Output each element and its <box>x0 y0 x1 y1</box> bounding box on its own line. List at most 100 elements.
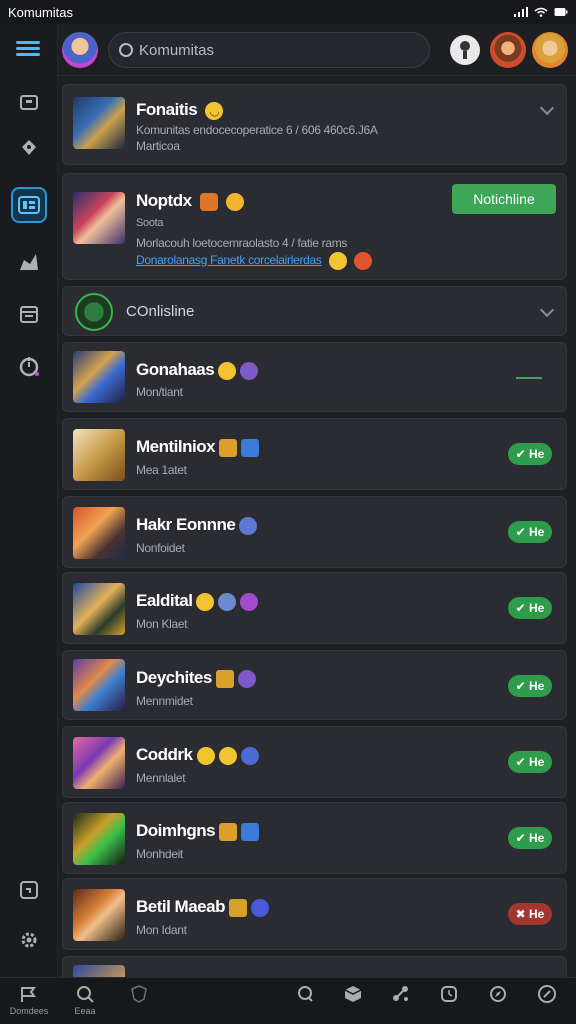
sidebar-item-timer[interactable] <box>9 346 49 386</box>
nav-item[interactable] <box>473 984 523 1006</box>
community-sub: Monhdeit <box>136 847 183 861</box>
community-thumbnail <box>73 351 125 403</box>
community-title: Noptdx <box>136 191 192 210</box>
menu-icon[interactable] <box>16 38 40 58</box>
nav-item[interactable] <box>424 984 474 1006</box>
community-thumbnail <box>73 737 125 789</box>
community-title: Hakr Eonnne <box>136 515 236 534</box>
search-icon <box>77 986 94 1003</box>
community-sub: Nonfoidet <box>136 541 185 555</box>
grid-icon <box>18 196 40 214</box>
sidebar-item-calendar[interactable] <box>9 294 49 334</box>
globe-icon <box>239 516 258 535</box>
clock-icon <box>441 986 457 1002</box>
community-link[interactable]: Donarolanasg Fanetk corcelairlerdas <box>136 253 322 267</box>
nav-item[interactable]: Eeaa <box>60 984 110 1016</box>
bottom-nav: Domdees Eeaa <box>0 977 576 1024</box>
status-badge[interactable]: ✔ He <box>508 827 552 849</box>
community-sub: Mon Idant <box>136 923 187 937</box>
pen-icon <box>538 985 556 1003</box>
lock-badge-icon <box>219 822 238 841</box>
user-avatar[interactable] <box>62 32 98 68</box>
community-sub: Mon/tiant <box>136 385 183 399</box>
status-badge[interactable]: ✔ He <box>508 597 552 619</box>
community-thumbnail <box>73 813 125 865</box>
chat-icon <box>298 986 313 1002</box>
nav-item[interactable] <box>376 984 426 1006</box>
community-sub: Mennmidet <box>136 694 193 708</box>
gem-icon <box>240 361 259 380</box>
compass-icon <box>490 986 506 1002</box>
flag-icon <box>21 987 36 1002</box>
list-item[interactable]: Deychites Mennmidet ✔ He <box>62 650 567 720</box>
sidebar-item-export[interactable] <box>9 870 49 910</box>
community-sub: Mennlalet <box>136 771 186 785</box>
community-title: Gonahaas <box>136 360 215 379</box>
search-input[interactable]: Komumitas <box>139 42 214 59</box>
smile-emoji-icon <box>218 361 237 380</box>
list-item[interactable]: Coddrk Mennlalet ✔ He <box>62 726 567 798</box>
section-label: COnlisline <box>126 303 195 320</box>
community-description: Morlacouh loetocemraolasto 4 / fatie ram… <box>136 236 348 250</box>
chevron-down-icon[interactable] <box>539 100 555 116</box>
list-item[interactable]: Betil Maeab Mon Idant ✖ He <box>62 878 567 950</box>
friend-avatar-1[interactable] <box>490 32 526 68</box>
nav-item[interactable]: Domdees <box>4 984 54 1016</box>
community-sub: Mea 1atet <box>136 463 187 477</box>
notification-button[interactable]: Notichline <box>452 184 556 214</box>
online-badge-icon <box>75 293 113 331</box>
community-thumbnail <box>73 429 125 481</box>
search-icon <box>119 43 133 57</box>
building-icon <box>241 822 260 841</box>
sidebar-item-grid[interactable] <box>11 187 47 223</box>
gem-icon <box>237 669 256 688</box>
sidebar-item-pin[interactable] <box>9 242 49 282</box>
community-title: Fonaitis <box>136 100 198 119</box>
nav-item[interactable] <box>522 984 572 1006</box>
status-badge[interactable]: ✔ He <box>508 675 552 697</box>
nav-item[interactable] <box>280 984 330 1006</box>
list-item[interactable]: Doimhgns Monhdeit ✔ He <box>62 802 567 874</box>
community-title: Betil Maeab <box>136 897 225 916</box>
battery-icon <box>554 8 568 16</box>
signal-icon <box>514 7 528 17</box>
chevron-down-icon[interactable] <box>539 302 555 318</box>
smile-emoji-icon <box>328 252 347 270</box>
gem-icon <box>250 898 269 917</box>
list-item[interactable]: Gonahaas Mon/tiant <box>62 342 567 412</box>
section-header[interactable]: COnlisline <box>62 286 567 336</box>
shield-icon <box>22 140 36 155</box>
nav-item[interactable] <box>114 984 164 1006</box>
list-item[interactable]: Ealdital Mon Klaet ✔ He <box>62 572 567 644</box>
community-thumbnail <box>73 192 125 244</box>
top-bar: Komumitas <box>16 24 576 76</box>
gem-icon <box>240 592 259 611</box>
community-sub: Mon Klaet <box>136 617 188 631</box>
calendar-icon <box>20 306 38 323</box>
status-badge[interactable]: ✔ He <box>508 443 552 465</box>
badge-icon <box>199 192 218 211</box>
info-icon <box>218 592 237 611</box>
shield-icon <box>131 985 147 1003</box>
sidebar-item-settings[interactable] <box>9 920 49 960</box>
community-card[interactable]: Noptdx Soota Morlacouh loetocemraolasto … <box>62 173 567 280</box>
community-description: Soota <box>136 217 164 229</box>
profile-icon[interactable] <box>450 35 480 65</box>
community-thumbnail <box>73 659 125 711</box>
timer-icon <box>19 357 39 377</box>
nav-item[interactable] <box>328 984 378 1006</box>
sidebar-item-shield[interactable] <box>9 128 49 168</box>
community-card[interactable]: Fonaitis ◡ Komunitas endocecoperatice 6 … <box>62 84 567 165</box>
friend-avatar-2[interactable] <box>532 32 568 68</box>
community-title: Doimhgns <box>136 821 216 840</box>
list-item[interactable]: Hakr Eonnne Nonfoidet ✔ He <box>62 496 567 568</box>
sidebar-item-folder[interactable] <box>9 82 49 122</box>
search-field[interactable]: Komumitas <box>108 32 430 68</box>
status-badge[interactable]: ✔ He <box>508 751 552 773</box>
status-badge[interactable]: ✖ He <box>508 903 552 925</box>
community-thumbnail <box>73 583 125 635</box>
status-badge[interactable]: ✔ He <box>508 521 552 543</box>
smile-emoji-icon <box>196 746 215 765</box>
lock-badge-icon <box>228 898 247 917</box>
list-item[interactable]: Mentilniox Mea 1atet ✔ He <box>62 418 567 490</box>
